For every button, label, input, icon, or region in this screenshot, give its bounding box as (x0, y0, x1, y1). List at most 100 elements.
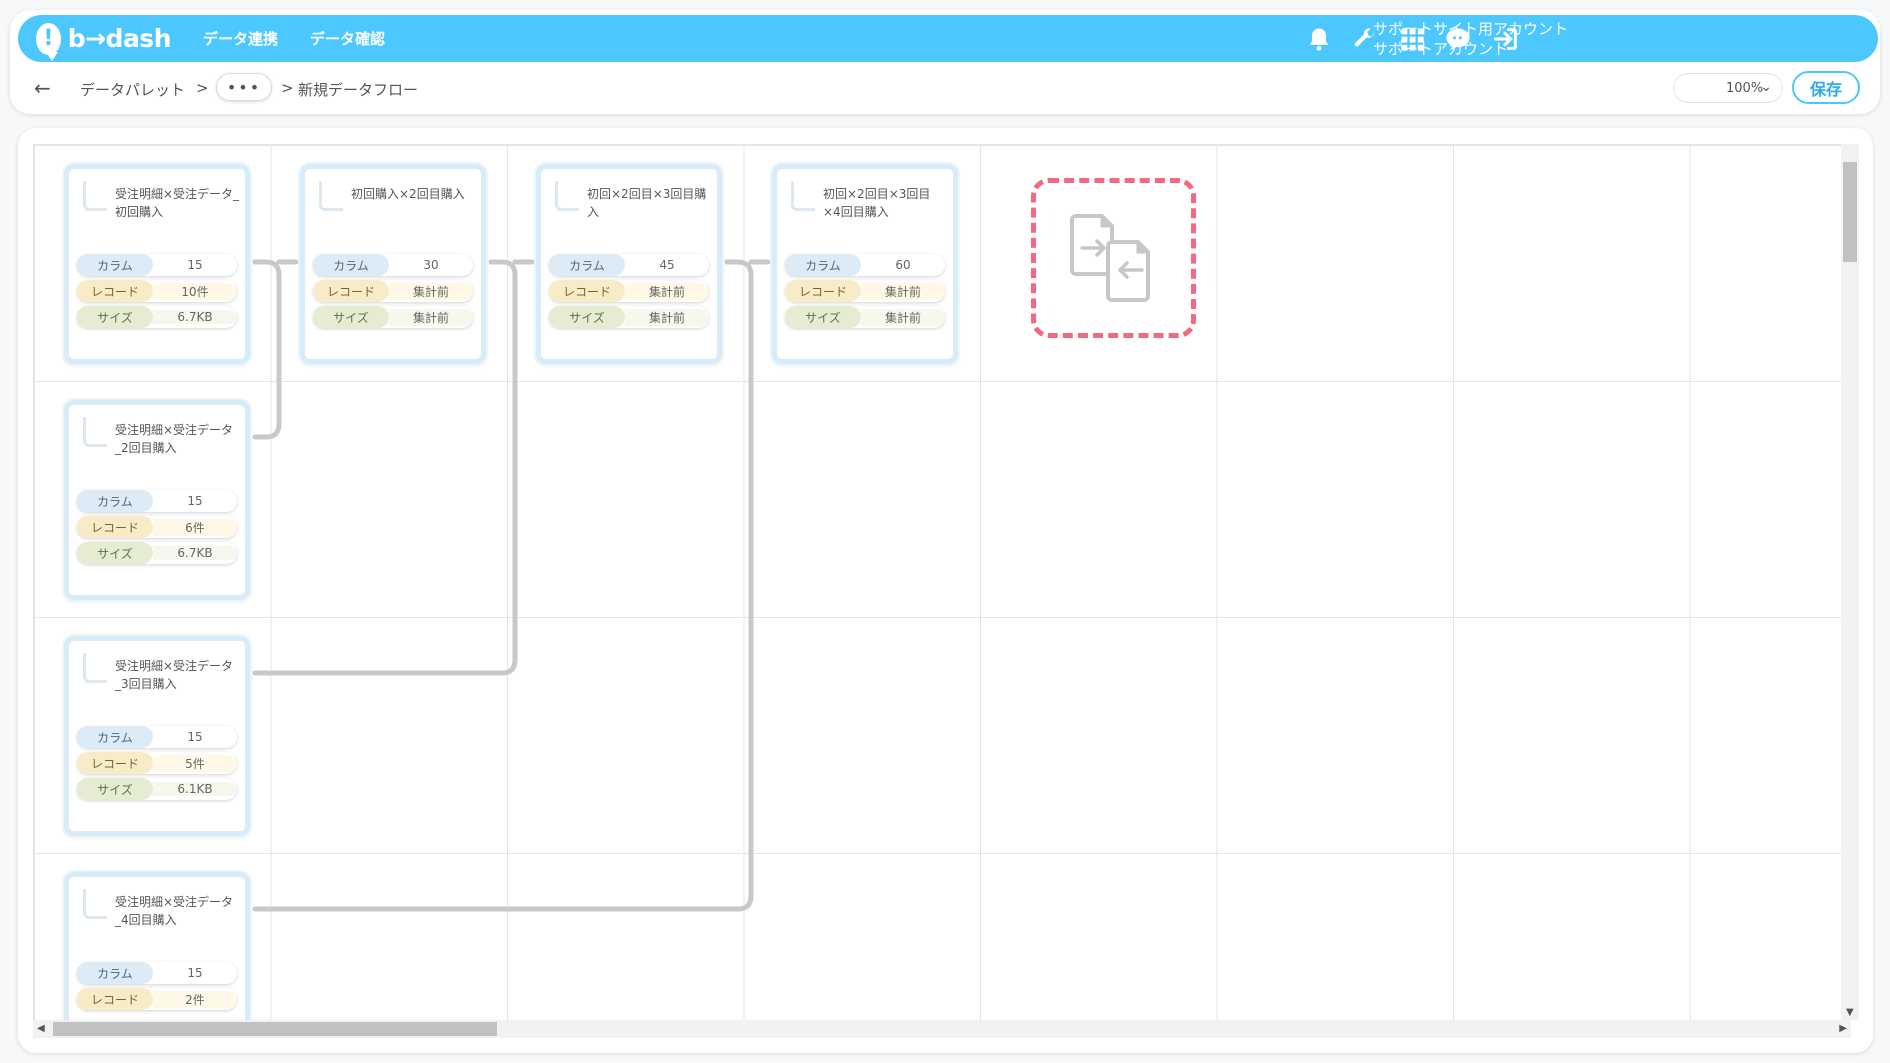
file-icon (555, 181, 579, 211)
nav-data-check[interactable]: データ確認 (310, 28, 385, 49)
stat-label: レコード (77, 988, 153, 1010)
data-card[interactable]: 初回購入×2回目購入 カラム 30 レコード 集計前 サイズ 集計前 (300, 164, 486, 364)
file-icon (83, 653, 107, 683)
stat-label: レコード (313, 280, 389, 302)
data-card[interactable]: 受注明細×受注データ_初回購入 カラム 15 レコード 10件 サイズ 6.7K… (64, 164, 250, 364)
stat-value: 15 (187, 258, 203, 272)
wrench-icon[interactable] (1349, 23, 1381, 55)
stat-value: 集計前 (389, 282, 473, 300)
data-card[interactable]: 受注明細×受注データ_2回目購入 カラム 15 レコード 6件 サイズ 6.7K… (64, 400, 250, 600)
back-arrow-icon[interactable]: ← (34, 76, 51, 100)
stat-label: サイズ (313, 306, 389, 328)
stat-label: サイズ (785, 306, 861, 328)
file-icon (791, 181, 815, 211)
stat-label: サイズ (77, 778, 153, 800)
data-card[interactable]: 受注明細×受注データ_4回目購入 カラム 15 レコード 2件 (64, 872, 250, 1020)
chevron-down-icon: ⌄ (1760, 79, 1772, 95)
stat-size: サイズ 集計前 (549, 306, 709, 328)
breadcrumb-data-palette[interactable]: データパレット (80, 79, 185, 100)
stat-value: 15 (187, 966, 203, 980)
stat-label: カラム (785, 254, 861, 276)
flow-canvas-grid[interactable]: 受注明細×受注データ_初回購入 カラム 15 レコード 10件 サイズ 6.7K… (33, 144, 1851, 1020)
card-title: 初回購入×2回目購入 (351, 187, 465, 201)
stat-label: サイズ (77, 542, 153, 564)
stat-value: 15 (187, 494, 203, 508)
stat-value: 15 (187, 730, 203, 744)
zoom-select[interactable]: 100% ⌄ (1673, 73, 1783, 103)
stat-value: 集計前 (861, 282, 945, 300)
stat-label: カラム (77, 254, 153, 276)
chat-icon[interactable] (1442, 23, 1474, 55)
stat-value: 60 (895, 258, 911, 272)
stat-label: サイズ (549, 306, 625, 328)
stat-value: 10件 (153, 282, 237, 300)
stat-size: サイズ 集計前 (313, 306, 473, 328)
stat-columns: カラム 15 (77, 962, 237, 984)
stat-records: レコード 集計前 (785, 280, 945, 302)
scroll-right-icon[interactable]: ▶ (1839, 1023, 1847, 1034)
merge-node-placeholder[interactable] (1031, 178, 1196, 338)
stat-value: 6件 (153, 518, 237, 536)
stat-value: 2件 (153, 990, 237, 1008)
stat-columns: カラム 45 (549, 254, 709, 276)
card-title: 初回×2回目×3回目×4回目購入 (823, 187, 931, 219)
card-title: 初回×2回目×3回目購入 (587, 187, 707, 219)
scroll-left-icon[interactable]: ◀ (37, 1023, 45, 1034)
stat-label: レコード (549, 280, 625, 302)
stat-value: 集計前 (389, 308, 473, 326)
stat-value: 6.1KB (153, 782, 237, 796)
horizontal-scrollbar-thumb[interactable] (53, 1022, 497, 1036)
breadcrumb-bar: ← データパレット > ••• > 新規データフロー 100% ⌄ 保存 (18, 70, 1878, 106)
stat-label: サイズ (77, 306, 153, 328)
stat-label: カラム (313, 254, 389, 276)
nav-data-integration[interactable]: データ連携 (203, 28, 278, 49)
stat-records: レコード 集計前 (549, 280, 709, 302)
scroll-down-icon[interactable]: ▼ (1846, 1007, 1854, 1018)
card-title: 受注明細×受注データ_4回目購入 (115, 895, 234, 927)
stat-label: カラム (77, 490, 153, 512)
stat-size: サイズ 6.7KB (77, 306, 237, 328)
stat-columns: カラム 15 (77, 490, 237, 512)
stat-value: 6.7KB (153, 310, 237, 324)
vertical-scrollbar[interactable]: ▼ (1841, 144, 1859, 1020)
stat-records: レコード 集計前 (313, 280, 473, 302)
stat-value: 集計前 (625, 308, 709, 326)
data-card[interactable]: 初回×2回目×3回目×4回目購入 カラム 60 レコード 集計前 サイズ 集計前 (772, 164, 958, 364)
b-dash-logo[interactable]: ! b→dash (36, 22, 172, 61)
stat-columns: カラム 15 (77, 726, 237, 748)
save-button[interactable]: 保存 (1792, 71, 1860, 104)
stat-label: カラム (77, 962, 153, 984)
stat-columns: カラム 15 (77, 254, 237, 276)
stat-size: サイズ 集計前 (785, 306, 945, 328)
data-card[interactable]: 受注明細×受注データ_3回目購入 カラム 15 レコード 5件 サイズ 6.1K… (64, 636, 250, 836)
stat-value: 集計前 (625, 282, 709, 300)
stat-size: サイズ 6.1KB (77, 778, 237, 800)
stat-value: 集計前 (861, 308, 945, 326)
breadcrumb-current-page: 新規データフロー (298, 81, 419, 99)
card-title: 受注明細×受注データ_3回目購入 (115, 659, 234, 691)
stat-label: カラム (549, 254, 625, 276)
stat-columns: カラム 30 (313, 254, 473, 276)
file-icon (83, 181, 107, 211)
breadcrumb-separator: > (281, 79, 294, 97)
flow-canvas-panel: 受注明細×受注データ_初回購入 カラム 15 レコード 10件 サイズ 6.7K… (18, 128, 1873, 1053)
logout-icon[interactable] (1490, 23, 1522, 55)
logo-text: b→dash (67, 24, 172, 53)
stat-records: レコード 2件 (77, 988, 237, 1010)
stat-label: レコード (785, 280, 861, 302)
bell-icon[interactable] (1303, 23, 1335, 55)
horizontal-scrollbar[interactable]: ◀ ▶ (33, 1020, 1851, 1038)
stat-size: サイズ 6.7KB (77, 542, 237, 564)
breadcrumb-separator: > (196, 79, 209, 97)
card-title: 受注明細×受注データ_初回購入 (115, 187, 240, 219)
breadcrumb-more-button[interactable]: ••• (216, 73, 272, 101)
stat-value: 45 (659, 258, 675, 272)
more-dots-icon: ••• (226, 77, 262, 97)
stat-records: レコード 10件 (77, 280, 237, 302)
file-icon (83, 889, 107, 919)
vertical-scrollbar-thumb[interactable] (1843, 162, 1857, 262)
stat-value: 6.7KB (153, 546, 237, 560)
stat-records: レコード 6件 (77, 516, 237, 538)
grid-icon[interactable] (1396, 23, 1428, 55)
data-card[interactable]: 初回×2回目×3回目購入 カラム 45 レコード 集計前 サイズ 集計前 (536, 164, 722, 364)
